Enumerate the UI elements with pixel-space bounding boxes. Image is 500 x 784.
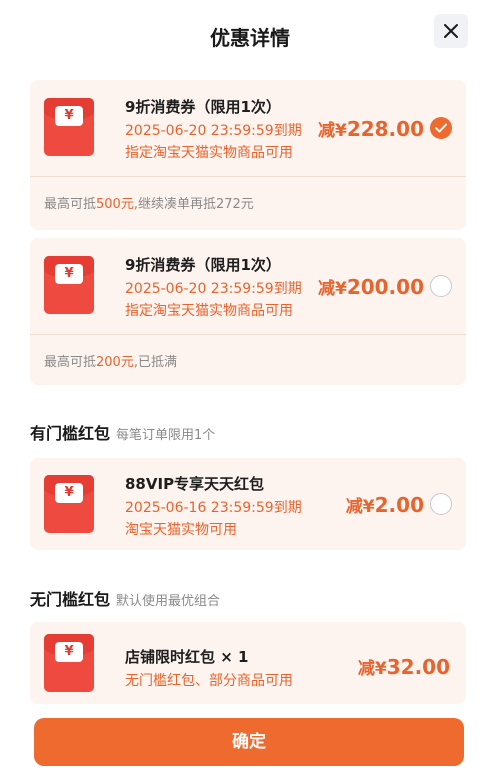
coupon-scope: 指定淘宝天猫实物商品可用	[125, 303, 293, 319]
discount-detail-sheet: 优惠详情 ¥ 9折消费券（限用1次） 2025-06-20 23:59:59到期…	[14, 0, 486, 784]
section-subtitle: 默认使用最优组合	[116, 594, 221, 609]
red-envelope-icon: ¥	[44, 475, 94, 533]
coupon-footer-note: 最高可抵200元,已抵满	[44, 355, 177, 370]
packet-scope: 淘宝天猫实物可用	[125, 522, 237, 538]
no-threshold-section-header: 无门槛红包 默认使用最优组合	[30, 586, 220, 610]
red-packet-card[interactable]: ¥ 店铺限时红包 × 1 无门槛红包、部分商品可用 减¥32.00	[30, 622, 466, 704]
red-envelope-icon: ¥	[44, 634, 94, 692]
coupon-title: 9折消费券（限用1次）	[125, 256, 281, 274]
page-title: 优惠详情	[210, 26, 290, 50]
packet-title: 店铺限时红包 × 1	[125, 648, 249, 666]
red-envelope-icon: ¥	[44, 98, 94, 156]
selected-check-icon[interactable]	[430, 117, 452, 139]
red-envelope-icon: ¥	[44, 256, 94, 314]
coupon-scope: 指定淘宝天猫实物商品可用	[125, 145, 293, 161]
coupon-footer-note: 最高可抵500元,继续凑单再抵272元	[44, 197, 254, 212]
threshold-section-header: 有门槛红包 每笔订单限用1个	[30, 420, 215, 444]
packet-scope: 无门槛红包、部分商品可用	[125, 673, 293, 689]
unselected-radio[interactable]	[430, 275, 452, 297]
section-title: 有门槛红包	[30, 424, 111, 443]
card-divider	[30, 334, 466, 335]
coupon-card[interactable]: ¥ 9折消费券（限用1次） 2025-06-20 23:59:59到期 指定淘宝…	[30, 238, 466, 385]
packet-expiry: 2025-06-16 23:59:59到期	[125, 500, 302, 516]
coupon-expiry: 2025-06-20 23:59:59到期	[125, 281, 302, 297]
section-subtitle: 每笔订单限用1个	[116, 428, 216, 443]
coupon-title: 9折消费券（限用1次）	[125, 98, 281, 116]
close-button[interactable]	[434, 14, 468, 48]
packet-amount: 减¥32.00	[357, 655, 450, 679]
sheet-header: 优惠详情	[14, 0, 486, 68]
coupon-amount: 减¥228.00	[317, 117, 424, 141]
coupon-card[interactable]: ¥ 9折消费券（限用1次） 2025-06-20 23:59:59到期 指定淘宝…	[30, 80, 466, 230]
coupon-amount: 减¥200.00	[317, 275, 424, 299]
coupon-expiry: 2025-06-20 23:59:59到期	[125, 123, 302, 139]
packet-amount: 减¥2.00	[345, 493, 424, 517]
section-title: 无门槛红包	[30, 590, 111, 609]
close-icon	[444, 24, 458, 38]
confirm-button[interactable]: 确定	[34, 718, 464, 766]
red-packet-card[interactable]: ¥ 88VIP专享天天红包 2025-06-16 23:59:59到期 淘宝天猫…	[30, 458, 466, 550]
packet-title: 88VIP专享天天红包	[125, 475, 265, 493]
card-divider	[30, 176, 466, 177]
unselected-radio[interactable]	[430, 493, 452, 515]
